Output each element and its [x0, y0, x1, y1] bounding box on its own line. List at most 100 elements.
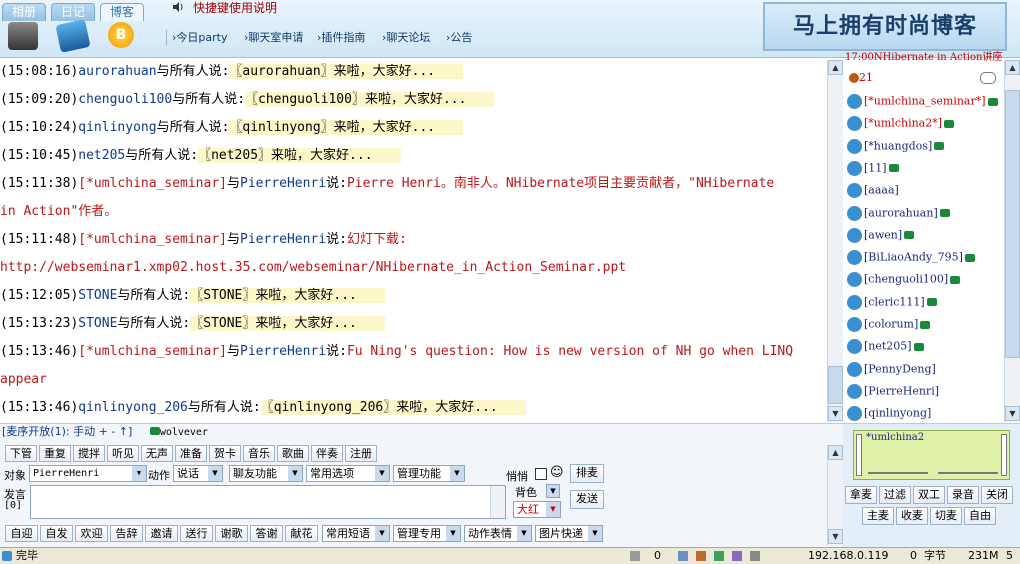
user-name[interactable]: [aurorahuan]	[864, 206, 938, 219]
quick-button[interactable]: 邀请	[145, 525, 178, 542]
user-row[interactable]: [PennyDeng]	[847, 361, 936, 380]
mic-plus[interactable]: +	[99, 425, 108, 438]
mic-control-button[interactable]: 关闭	[981, 486, 1013, 504]
toolbar-button[interactable]: 贺卡	[209, 445, 241, 462]
user-row[interactable]: [aurorahuan]	[847, 205, 950, 224]
toolbar-button[interactable]: 音乐	[243, 445, 275, 462]
chat-sender[interactable]: chenguoli100	[78, 92, 172, 107]
chat-sender[interactable]: aurorahuan	[78, 64, 156, 79]
target-select[interactable]: PierreHenri ▼	[29, 465, 147, 482]
volume-right-slider[interactable]	[1001, 434, 1007, 476]
diary-book-icon[interactable]	[55, 19, 91, 53]
nav-chat-forum[interactable]: ›聊天论坛	[382, 31, 430, 45]
image-express-select[interactable]: 图片快递 ▼	[535, 525, 603, 542]
scroll-down-icon[interactable]: ▼	[828, 406, 843, 421]
mic-control-button[interactable]: 自由	[964, 507, 996, 525]
nav-announcement[interactable]: ›公告	[446, 31, 472, 45]
user-name[interactable]: [*umlchina2*]	[864, 117, 942, 130]
mic-control-button[interactable]: 收麦	[896, 507, 928, 525]
user-name[interactable]: [PennyDeng]	[864, 362, 936, 375]
user-row[interactable]: [aaaa]	[847, 183, 899, 201]
order-mic-button[interactable]: 排麦	[570, 464, 604, 483]
user-row[interactable]: [chenguoli100]	[847, 272, 961, 290]
quick-button[interactable]: 告辞	[110, 525, 143, 542]
scroll-thumb[interactable]	[828, 366, 843, 404]
panel-scroll-up-icon[interactable]: ▲	[828, 445, 843, 460]
user-row[interactable]: [*huangdos]	[847, 138, 945, 157]
chat-sender[interactable]: [*umlchina_seminar]	[78, 232, 227, 247]
panel-scroll-down-icon[interactable]: ▼	[828, 529, 843, 544]
user-name[interactable]: [*umlchina_seminar*]	[864, 95, 986, 108]
user-row[interactable]: [awen]	[847, 227, 915, 246]
chat-bubble-icon[interactable]	[980, 72, 996, 84]
user-name[interactable]: [cleric111]	[864, 295, 925, 308]
user-name[interactable]: [qinlinyong]	[864, 407, 931, 420]
chat-sender[interactable]: STONE	[78, 316, 117, 331]
mic-control-button[interactable]: 主麦	[862, 507, 894, 525]
volume-left-slider[interactable]	[856, 434, 862, 476]
mic-control-button[interactable]: 录音	[947, 486, 979, 504]
user-name[interactable]: [*huangdos]	[864, 139, 932, 152]
mic-mode[interactable]: 手动	[73, 425, 95, 438]
user-row[interactable]: [*umlchina2*]	[847, 116, 955, 134]
tab-diary[interactable]: 日记	[51, 3, 95, 21]
user-scroll-up-icon[interactable]: ▲	[1005, 60, 1020, 75]
user-row[interactable]: [cleric111]	[847, 294, 937, 313]
action-emote-select[interactable]: 动作表情 ▼	[464, 525, 532, 542]
admin-only-select[interactable]: 管理专用 ▼	[393, 525, 461, 542]
user-row[interactable]: [qinlinyong]	[847, 406, 931, 422]
action-select[interactable]: 说话 ▼	[173, 465, 223, 482]
user-name[interactable]: [colorum]	[864, 318, 918, 331]
chat-sender[interactable]: net205	[78, 148, 125, 163]
toolbar-button[interactable]: 重复	[39, 445, 71, 462]
quick-button[interactable]: 答谢	[250, 525, 283, 542]
user-row[interactable]: [colorum]	[847, 317, 931, 335]
tab-album[interactable]: 相册	[2, 3, 46, 21]
toolbar-button[interactable]: 歌曲	[277, 445, 309, 462]
user-name[interactable]: [aaaa]	[864, 184, 899, 197]
toolbar-button[interactable]: 注册	[345, 445, 377, 462]
user-row[interactable]: [*umlchina_seminar*]	[847, 94, 998, 112]
toolbar-button[interactable]: 准备	[175, 445, 207, 462]
quick-button[interactable]: 献花	[285, 525, 318, 542]
chat-target[interactable]: PierreHenri	[240, 176, 326, 191]
quick-button[interactable]: 欢迎	[75, 525, 108, 542]
admin-function-select[interactable]: 管理功能 ▼	[393, 465, 465, 482]
mic-control-button[interactable]: 切麦	[930, 507, 962, 525]
chat-scrollbar[interactable]: ▲ ▼	[827, 60, 843, 422]
chat-sender[interactable]: qinlinyong_206	[78, 400, 188, 415]
chat-sender[interactable]: [*umlchina_seminar]	[78, 344, 227, 359]
send-button[interactable]: 发送	[570, 490, 604, 509]
user-row[interactable]: [11]	[847, 160, 899, 179]
toolbar-button[interactable]: 听见	[107, 445, 139, 462]
quick-button[interactable]: 谢歌	[215, 525, 248, 542]
toolbar-button[interactable]: 无声	[141, 445, 173, 462]
mic-control-button[interactable]: 拿麦	[845, 486, 877, 504]
mic-control-button[interactable]: 双工	[913, 486, 945, 504]
quick-button[interactable]: 自迎	[5, 525, 38, 542]
blog-icon[interactable]: B	[108, 22, 134, 48]
mic-minus[interactable]: -	[111, 425, 115, 438]
user-name[interactable]: [awen]	[864, 228, 902, 241]
common-phrase-select[interactable]: 常用短语 ▼	[322, 525, 390, 542]
chat-target[interactable]: PierreHenri	[240, 344, 326, 359]
user-scrollbar[interactable]: ▲ ▼	[1004, 60, 1020, 422]
quiet-checkbox[interactable]	[535, 468, 547, 480]
message-input[interactable]	[30, 485, 506, 519]
quick-button[interactable]: 自发	[40, 525, 73, 542]
scroll-up-icon[interactable]: ▲	[828, 60, 843, 75]
nav-plugin-guide[interactable]: ›插件指南	[317, 31, 365, 45]
message-input-scrollbar[interactable]	[490, 486, 505, 518]
shortcut-help-link[interactable]: 快捷键使用说明	[193, 1, 277, 15]
user-scroll-down-icon[interactable]: ▼	[1005, 406, 1020, 421]
chat-sender[interactable]: qinlinyong	[78, 120, 156, 135]
nav-room-apply[interactable]: ›聊天室申请	[244, 31, 303, 45]
panel-scrollbar[interactable]: ▲ ▼	[827, 445, 843, 545]
smile-icon[interactable]: ☺	[550, 465, 564, 480]
user-name[interactable]: [PierreHenri]	[864, 384, 939, 397]
toolbar-button[interactable]: 下管	[5, 445, 37, 462]
chevron-down-icon[interactable]: ▼	[546, 484, 560, 498]
chat-sender[interactable]: [*umlchina_seminar]	[78, 176, 227, 191]
blog-banner[interactable]: 马上拥有时尚博客	[763, 2, 1007, 51]
chat-target[interactable]: PierreHenri	[240, 232, 326, 247]
